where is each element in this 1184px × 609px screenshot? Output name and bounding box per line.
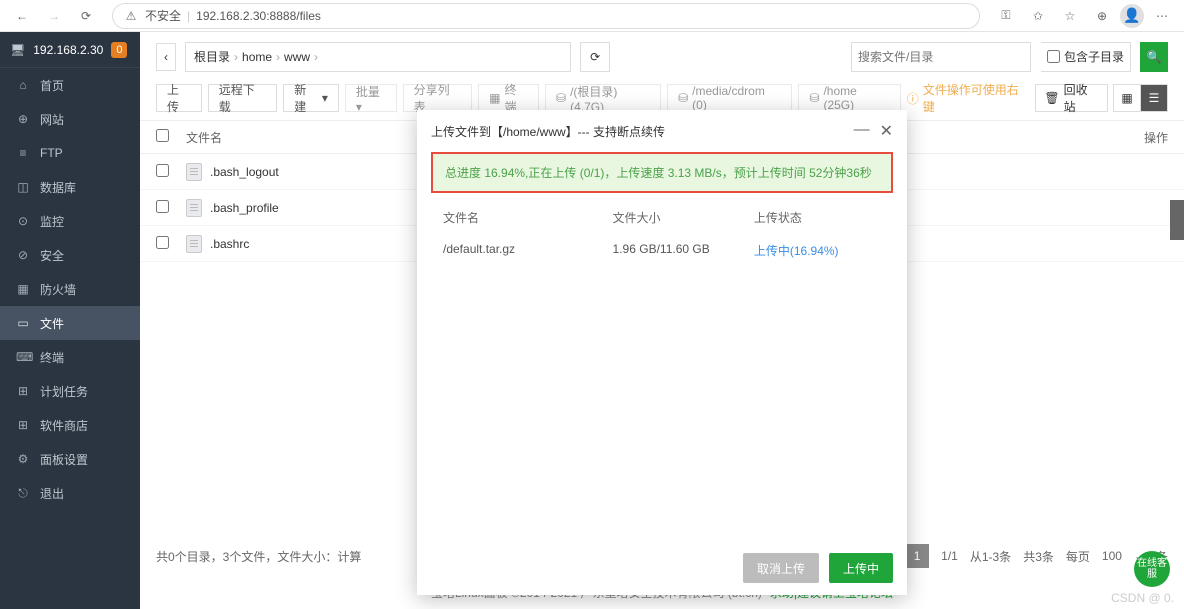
sidebar-item-面板设置[interactable]: ⚙面板设置 xyxy=(0,442,140,476)
close-icon[interactable]: ✕ xyxy=(880,121,893,141)
side-strip[interactable] xyxy=(1170,200,1184,240)
sidebar-item-软件商店[interactable]: ⊞软件商店 xyxy=(0,408,140,442)
sidebar: 🖥 192.168.2.30 0 ⌂首页⊕网站≡FTP◫数据库⊙监控⊘安全▦防火… xyxy=(0,32,140,609)
upload-row: /default.tar.gz1.96 GB/11.60 GB上传中(16.94… xyxy=(431,234,893,267)
profile-avatar[interactable]: 👤 xyxy=(1120,4,1144,28)
sidebar-item-文件[interactable]: ▭文件 xyxy=(0,306,140,340)
sidebar-item-计划任务[interactable]: ⊞计划任务 xyxy=(0,374,140,408)
key-icon[interactable]: ⚿ xyxy=(992,2,1020,30)
sidebar-icon: ⌂ xyxy=(16,78,30,92)
sidebar-item-网站[interactable]: ⊕网站 xyxy=(0,102,140,136)
modal-footer: 取消上传 上传中 xyxy=(417,541,907,595)
sidebar-icon: ⊞ xyxy=(16,418,30,432)
sidebar-header: 🖥 192.168.2.30 0 xyxy=(0,32,140,68)
sidebar-item-FTP[interactable]: ≡FTP xyxy=(0,136,140,170)
watermark: CSDN @ 0. xyxy=(1111,591,1174,605)
sidebar-item-首页[interactable]: ⌂首页 xyxy=(0,68,140,102)
upload-modal: 上传文件到【/home/www】--- 支持断点续传 — ✕ 总进度 16.94… xyxy=(417,110,907,595)
sidebar-icon: ⎋ xyxy=(16,486,30,501)
address-bar[interactable]: ⚠ 不安全 | 192.168.2.30:8888/files xyxy=(112,3,980,29)
cancel-upload-button[interactable]: 取消上传 xyxy=(743,553,819,583)
upload-status-link[interactable]: 上传中(16.94%) xyxy=(754,244,839,258)
forward-button[interactable]: → xyxy=(40,2,68,30)
sidebar-icon: ≡ xyxy=(16,146,30,160)
warning-icon: ⚠ xyxy=(123,8,139,24)
browser-toolbar: ← → ⟳ ⚠ 不安全 | 192.168.2.30:8888/files ⚿ … xyxy=(0,0,1184,32)
monitor-icon: 🖥 xyxy=(10,43,25,57)
upload-table-header: 文件名 文件大小 上传状态 xyxy=(431,201,893,234)
progress-banner: 总进度 16.94%,正在上传 (0/1)，上传速度 3.13 MB/s，预计上… xyxy=(431,152,893,193)
sidebar-item-数据库[interactable]: ◫数据库 xyxy=(0,170,140,204)
sidebar-icon: ▭ xyxy=(16,316,30,330)
sidebar-icon: ⌨ xyxy=(16,350,30,364)
uploading-button[interactable]: 上传中 xyxy=(829,553,893,583)
online-help-button[interactable]: 在线客服 xyxy=(1134,551,1170,587)
sidebar-item-监控[interactable]: ⊙监控 xyxy=(0,204,140,238)
modal-title: 上传文件到【/home/www】--- 支持断点续传 xyxy=(431,123,665,140)
main-content: ‹ 根目录 › home › www › ⟳ 包含子目录 🔍 上传 远程下载 新… xyxy=(140,32,1184,609)
sidebar-icon: ⊙ xyxy=(16,214,30,228)
server-ip: 192.168.2.30 xyxy=(33,43,103,57)
security-label: 不安全 xyxy=(145,7,181,24)
sidebar-icon: ◫ xyxy=(16,180,30,194)
sidebar-item-防火墙[interactable]: ▦防火墙 xyxy=(0,272,140,306)
url-text: 192.168.2.30:8888/files xyxy=(196,9,321,23)
sidebar-icon: ⊕ xyxy=(16,112,30,126)
sidebar-item-终端[interactable]: ⌨终端 xyxy=(0,340,140,374)
minimize-icon[interactable]: — xyxy=(854,121,870,141)
menu-button[interactable]: ⋯ xyxy=(1148,2,1176,30)
reload-button[interactable]: ⟳ xyxy=(72,2,100,30)
modal-overlay: 上传文件到【/home/www】--- 支持断点续传 — ✕ 总进度 16.94… xyxy=(140,32,1184,609)
back-button[interactable]: ← xyxy=(8,2,36,30)
collections-icon[interactable]: ⊕ xyxy=(1088,2,1116,30)
sidebar-icon: ⊞ xyxy=(16,384,30,398)
modal-header: 上传文件到【/home/www】--- 支持断点续传 — ✕ xyxy=(417,110,907,152)
sidebar-item-退出[interactable]: ⎋退出 xyxy=(0,476,140,510)
favorites-icon[interactable]: ☆ xyxy=(1056,2,1084,30)
sidebar-icon: ⚙ xyxy=(16,452,30,466)
sidebar-icon: ⊘ xyxy=(16,248,30,262)
sidebar-icon: ▦ xyxy=(16,282,30,296)
sidebar-item-安全[interactable]: ⊘安全 xyxy=(0,238,140,272)
notification-badge[interactable]: 0 xyxy=(111,42,127,58)
star-icon[interactable]: ✩ xyxy=(1024,2,1052,30)
